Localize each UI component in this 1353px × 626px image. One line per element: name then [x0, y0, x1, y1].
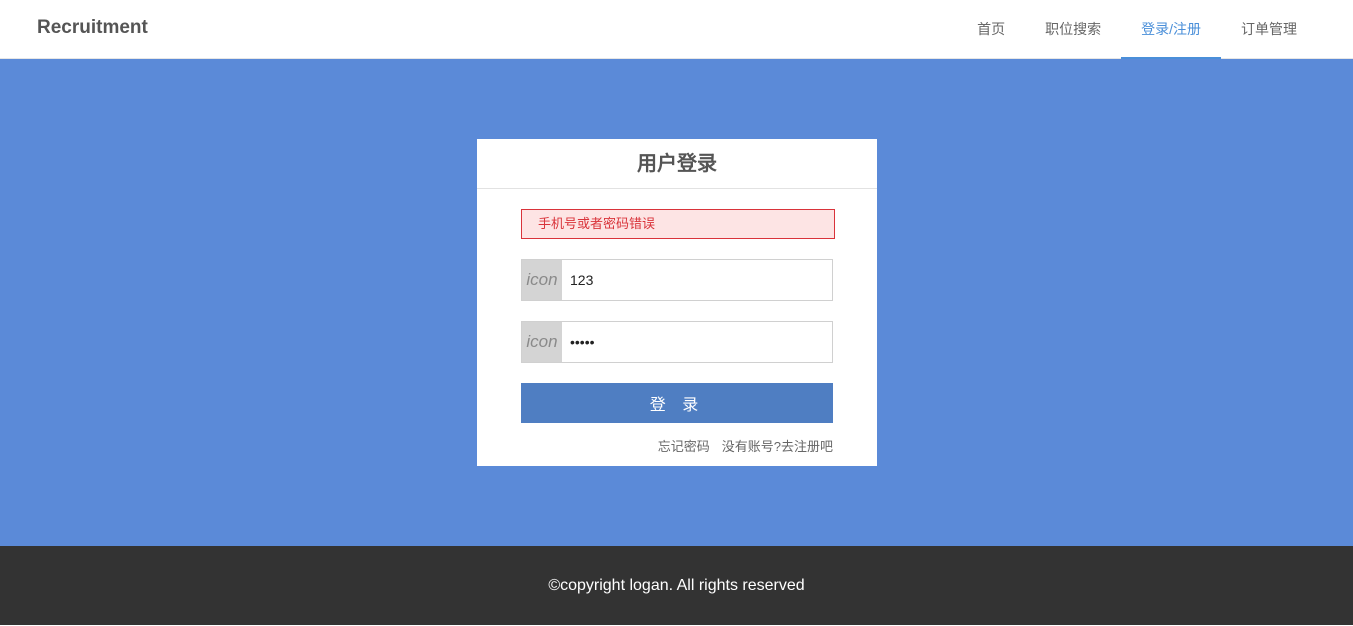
user-icon: icon [522, 260, 562, 300]
register-link[interactable]: 没有账号?去注册吧 [722, 436, 833, 455]
nav-item-home[interactable]: 首页 [957, 0, 1025, 58]
login-button[interactable]: 登 录 [521, 383, 833, 423]
password-input-group: icon [521, 321, 833, 363]
lock-icon: icon [522, 322, 562, 362]
nav-item-login-register[interactable]: 登录/注册 [1121, 0, 1221, 59]
copyright-text: ©copyright logan. All rights reserved [548, 577, 805, 594]
username-input[interactable] [562, 260, 832, 300]
forgot-password-link[interactable]: 忘记密码 [658, 436, 710, 455]
auth-links: 忘记密码 没有账号?去注册吧 [658, 436, 833, 455]
nav-item-order-management[interactable]: 订单管理 [1221, 0, 1317, 58]
username-input-group: icon [521, 259, 833, 301]
brand-logo[interactable]: Recruitment [37, 17, 148, 39]
main-content: 用户登录 手机号或者密码错误 icon icon 登 录 忘记密码 没有账号?去… [0, 59, 1353, 546]
main-nav: 首页 职位搜索 登录/注册 订单管理 [957, 0, 1317, 59]
nav-item-job-search[interactable]: 职位搜索 [1025, 0, 1121, 58]
login-panel: 用户登录 手机号或者密码错误 icon icon 登 录 忘记密码 没有账号?去… [477, 139, 877, 466]
footer: ©copyright logan. All rights reserved [0, 546, 1353, 625]
error-alert: 手机号或者密码错误 [521, 209, 835, 239]
password-input[interactable] [562, 322, 832, 362]
top-navbar: Recruitment 首页 职位搜索 登录/注册 订单管理 [0, 0, 1353, 59]
login-title: 用户登录 [477, 139, 877, 189]
